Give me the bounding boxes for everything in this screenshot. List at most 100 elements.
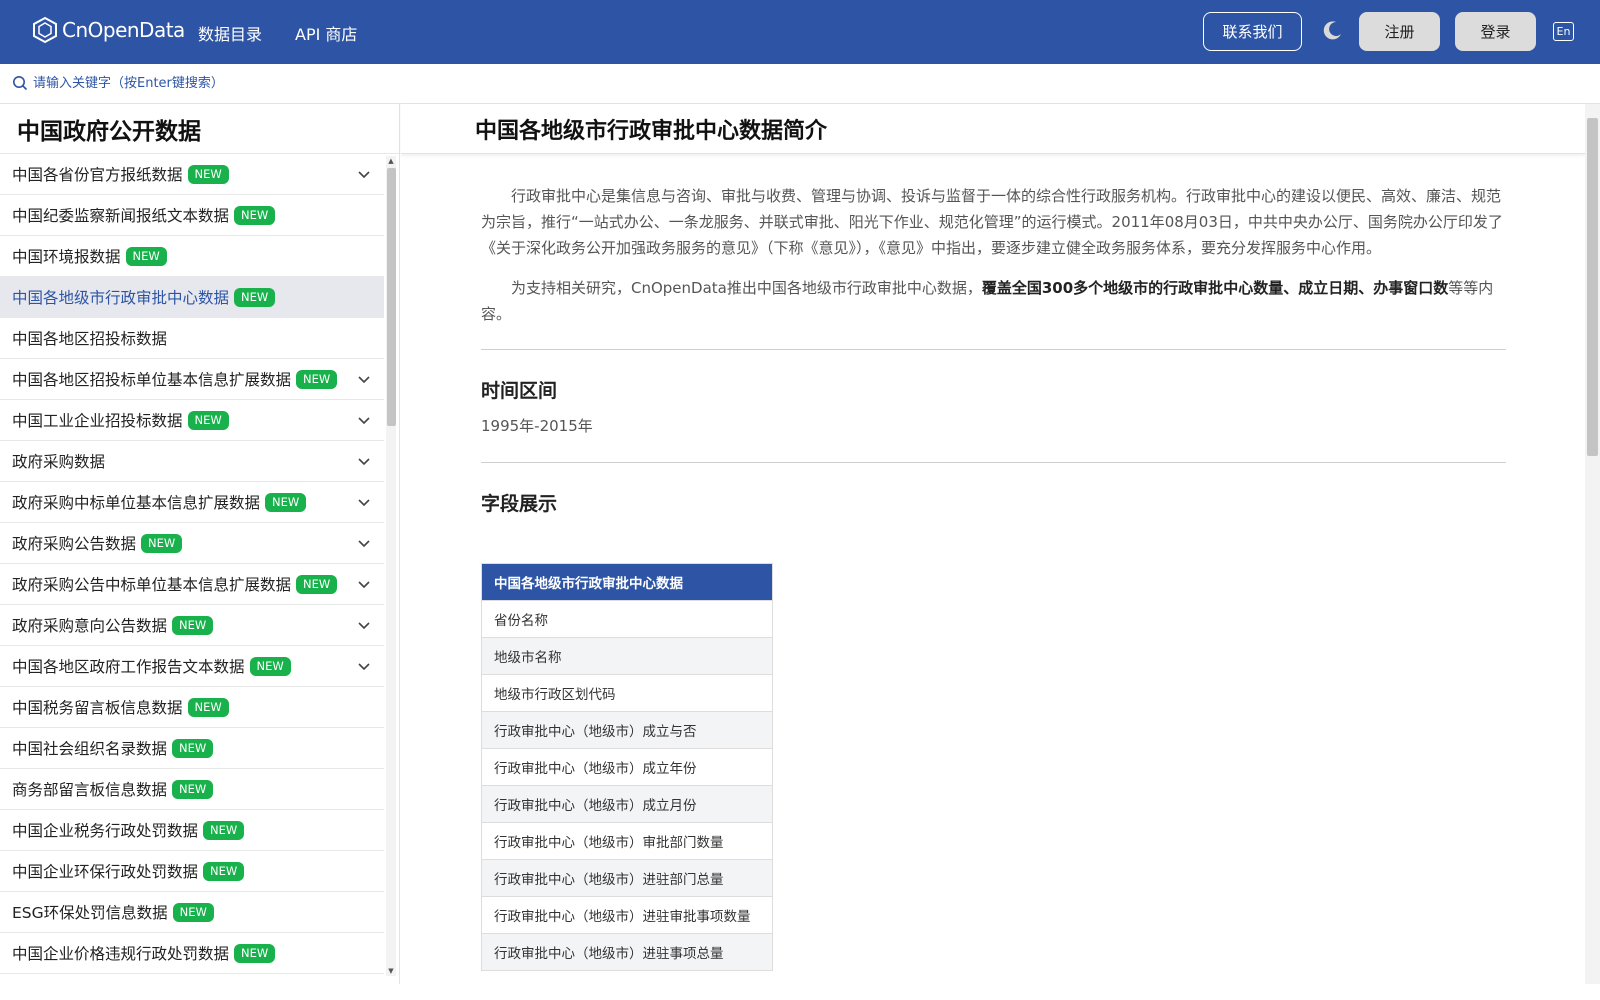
- nav-data-catalog[interactable]: 数据目录: [198, 21, 262, 45]
- chevron-down-icon[interactable]: [358, 537, 370, 549]
- new-badge: NEW: [187, 164, 229, 184]
- search-input[interactable]: [33, 72, 533, 94]
- new-badge: NEW: [296, 574, 338, 594]
- register-button[interactable]: 注册: [1359, 12, 1440, 51]
- search-icon: [13, 76, 28, 91]
- sidebar-item-label: 政府采购公告数据: [12, 535, 137, 553]
- new-badge: NEW: [187, 410, 229, 430]
- sidebar-title: 中国政府公开数据: [0, 104, 399, 154]
- sidebar-item-label: 中国各地区政府工作报告文本数据: [12, 658, 245, 676]
- sidebar-scroll-thumb[interactable]: [387, 168, 396, 426]
- sidebar-item[interactable]: 中国工业企业招投标数据 NEW: [0, 400, 384, 441]
- sidebar-item-label: 政府采购中标单位基本信息扩展数据: [12, 494, 261, 512]
- new-badge: NEW: [234, 943, 276, 963]
- sidebar-item-label: 中国社会组织名录数据: [12, 740, 168, 758]
- fields-table: 中国各地级市行政审批中心数据 省份名称 地级市名称 地级市行政区划代码 行政审批中心（…: [481, 563, 773, 971]
- intro-p2-pre: 为支持相关研究，CnOpenData推出中国各地级市行政审批中心数据，: [511, 279, 982, 297]
- field-name-cell: 省份名称: [481, 600, 773, 638]
- sidebar-item[interactable]: 中国各地区招投标数据: [0, 318, 384, 359]
- table-row: 行政审批中心（地级市）进驻部门总量: [481, 859, 773, 897]
- new-badge: NEW: [203, 820, 245, 840]
- sidebar-item[interactable]: 中国企业税务行政处罚数据 NEW: [0, 810, 384, 851]
- sidebar-item[interactable]: ESG环保处罚信息数据 NEW: [0, 892, 384, 933]
- field-name-cell: 行政审批中心（地级市）成立月份: [481, 785, 773, 823]
- chevron-down-icon[interactable]: [358, 619, 370, 631]
- main-scroll-thumb[interactable]: [1587, 118, 1598, 456]
- sidebar-item-label: 中国工业企业招投标数据: [12, 412, 183, 430]
- fields-table-header: 中国各地级市行政审批中心数据: [481, 563, 773, 601]
- logo[interactable]: CnOpenData: [32, 16, 185, 44]
- table-row: 行政审批中心（地级市）成立与否: [481, 711, 773, 749]
- chevron-down-icon[interactable]: [358, 660, 370, 672]
- chevron-down-icon[interactable]: [358, 455, 370, 467]
- sidebar-item[interactable]: 政府采购数据: [0, 441, 384, 482]
- sidebar-item[interactable]: 政府采购中标单位基本信息扩展数据 NEW: [0, 482, 384, 523]
- main-content: 行政审批中心是集信息与咨询、审批与收费、管理与协调、投诉与监督于一体的综合性行政…: [481, 183, 1506, 516]
- chevron-down-icon[interactable]: [358, 496, 370, 508]
- sidebar-item[interactable]: 中国各地级市行政审批中心数据 NEW: [0, 277, 384, 318]
- sidebar-item-label: 政府采购数据: [12, 453, 106, 471]
- sidebar-item-label: 中国各地区招投标单位基本信息扩展数据: [12, 371, 292, 389]
- table-row: 行政审批中心（地级市）成立年份: [481, 748, 773, 786]
- page-title: 中国各地级市行政审批中心数据简介: [401, 104, 1585, 154]
- sidebar-item[interactable]: 政府采购意向公告数据 NEW: [0, 605, 384, 646]
- sidebar-item-label: 中国企业税务行政处罚数据: [12, 822, 199, 840]
- new-badge: NEW: [172, 902, 214, 922]
- chevron-down-icon[interactable]: [358, 414, 370, 426]
- language-toggle-button[interactable]: En: [1553, 22, 1574, 41]
- sidebar-item-label: 中国各地区招投标数据: [12, 330, 168, 348]
- sidebar-item[interactable]: 中国企业环保行政处罚数据 NEW: [0, 851, 384, 892]
- field-name-cell: 行政审批中心（地级市）进驻事项总量: [481, 933, 773, 971]
- sidebar-list: 中国各省份官方报纸数据 NEW 中国纪委监察新闻报纸文本数据 NEW 中国环境报数据 NE…: [0, 154, 384, 984]
- sidebar-item[interactable]: 中国各省份官方报纸数据 NEW: [0, 154, 384, 195]
- sidebar-item[interactable]: 中国各地区政府工作报告文本数据 NEW: [0, 646, 384, 687]
- sidebar-item[interactable]: 中国税务留言板信息数据 NEW: [0, 687, 384, 728]
- table-row: 省份名称: [481, 600, 773, 638]
- sidebar-item[interactable]: 政府采购公告中标单位基本信息扩展数据 NEW: [0, 564, 384, 605]
- scroll-down-arrow-icon[interactable]: ▼: [386, 966, 396, 976]
- logo-text: CnOpenData: [62, 18, 185, 42]
- field-name-cell: 地级市名称: [481, 637, 773, 675]
- login-button[interactable]: 登录: [1455, 12, 1536, 51]
- intro-p2-bold: 覆盖全国300多个地级市的行政审批中心数量、成立日期、办事窗口数: [981, 279, 1449, 297]
- sidebar-item[interactable]: 中国环境报数据 NEW: [0, 236, 384, 277]
- chevron-down-icon[interactable]: [358, 168, 370, 180]
- nav-api-store[interactable]: API 商店: [295, 21, 357, 45]
- table-row: 行政审批中心（地级市）审批部门数量: [481, 822, 773, 860]
- new-badge: NEW: [234, 287, 276, 307]
- field-name-cell: 地级市行政区划代码: [481, 674, 773, 712]
- new-badge: NEW: [141, 533, 183, 553]
- chevron-down-icon[interactable]: [358, 578, 370, 590]
- chevron-down-icon[interactable]: [358, 373, 370, 385]
- sidebar-item[interactable]: 中国纪委监察新闻报纸文本数据 NEW: [0, 195, 384, 236]
- sidebar: 中国政府公开数据 中国各省份官方报纸数据 NEW 中国纪委监察新闻报纸文本数据 NEW…: [0, 104, 400, 984]
- fields-title: 字段展示: [481, 493, 558, 515]
- divider: [481, 462, 1506, 463]
- sidebar-item[interactable]: 政府采购公告数据 NEW: [0, 523, 384, 564]
- new-badge: NEW: [296, 369, 338, 389]
- new-badge: NEW: [265, 492, 307, 512]
- hexagon-logo-icon: [33, 16, 57, 44]
- field-name-cell: 行政审批中心（地级市）进驻审批事项数量: [481, 896, 773, 934]
- table-row: 行政审批中心（地级市）进驻事项总量: [481, 933, 773, 971]
- sidebar-item[interactable]: 中国各地区招投标单位基本信息扩展数据 NEW: [0, 359, 384, 400]
- sidebar-item[interactable]: 中国社会组织名录数据 NEW: [0, 728, 384, 769]
- time-range-title: 时间区间: [481, 380, 558, 402]
- scroll-up-arrow-icon[interactable]: ▲: [386, 156, 396, 166]
- new-badge: NEW: [249, 656, 291, 676]
- field-name-cell: 行政审批中心（地级市）成立年份: [481, 748, 773, 786]
- sidebar-item-label: ESG环保处罚信息数据: [12, 904, 168, 922]
- divider: [481, 349, 1506, 350]
- dark-mode-moon-icon[interactable]: [1320, 19, 1344, 43]
- sidebar-item-label: 中国企业环保行政处罚数据: [12, 863, 199, 881]
- sidebar-item[interactable]: 中国企业价格违规行政处罚数据 NEW: [0, 933, 384, 974]
- table-row: 行政审批中心（地级市）进驻审批事项数量: [481, 896, 773, 934]
- sidebar-item-label: 中国纪委监察新闻报纸文本数据: [12, 207, 230, 225]
- new-badge: NEW: [172, 738, 214, 758]
- sidebar-item[interactable]: 商务部留言板信息数据 NEW: [0, 769, 384, 810]
- contact-us-button[interactable]: 联系我们: [1203, 12, 1302, 51]
- field-name-cell: 行政审批中心（地级市）进驻部门总量: [481, 859, 773, 897]
- table-row: 行政审批中心（地级市）成立月份: [481, 785, 773, 823]
- sidebar-item-label: 中国各地级市行政审批中心数据: [12, 289, 230, 307]
- field-name-cell: 行政审批中心（地级市）成立与否: [481, 711, 773, 749]
